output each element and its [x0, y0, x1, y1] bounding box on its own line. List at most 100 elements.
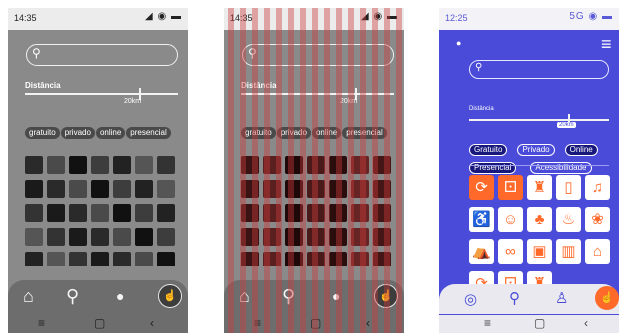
category-tile[interactable] [47, 252, 65, 266]
category-tile[interactable] [285, 156, 303, 174]
user-icon[interactable]: ● [332, 288, 340, 304]
category-tile[interactable] [329, 180, 347, 198]
category-tile[interactable] [91, 156, 109, 174]
chip-privado[interactable]: privado [276, 127, 311, 139]
category-tile[interactable] [263, 252, 281, 266]
category-tile[interactable] [263, 204, 281, 222]
category-tile[interactable] [351, 252, 369, 266]
chip-presencial[interactable]: presencial [126, 127, 171, 139]
chip-privado[interactable]: privado [60, 127, 95, 139]
category-tile[interactable] [241, 156, 259, 174]
building-icon[interactable]: ▥ [556, 239, 581, 264]
category-tile[interactable] [307, 252, 325, 266]
book-icon[interactable]: ▯ [556, 175, 581, 200]
chip-acessibilidade[interactable]: Acessibilidade [530, 162, 592, 174]
category-tile[interactable] [157, 156, 175, 174]
category-tile[interactable] [263, 180, 281, 198]
category-tile[interactable] [91, 252, 109, 266]
category-tile[interactable] [263, 228, 281, 246]
category-tile[interactable] [113, 156, 131, 174]
category-tile[interactable] [373, 180, 391, 198]
tent-icon[interactable]: ⛺ [469, 239, 494, 264]
chip-online[interactable]: online [95, 127, 126, 139]
category-tile[interactable] [329, 252, 347, 266]
category-tile[interactable] [135, 204, 153, 222]
back-icon[interactable]: ‹ [150, 316, 154, 330]
dice-icon[interactable]: ⚀ [498, 175, 523, 200]
category-tile[interactable] [329, 228, 347, 246]
hand-tap-icon[interactable]: ☝ [158, 284, 182, 308]
menu-icon[interactable]: ≡ [254, 316, 261, 330]
category-tile[interactable] [373, 228, 391, 246]
home-icon[interactable]: ⌂ [239, 286, 250, 307]
user-icon[interactable]: ● [116, 288, 124, 304]
menu-icon[interactable]: ≡ [484, 316, 491, 330]
distance-slider[interactable]: 20km [469, 114, 609, 128]
category-tile[interactable] [285, 228, 303, 246]
castle-icon[interactable]: ♜ [527, 175, 552, 200]
category-tile[interactable] [157, 204, 175, 222]
category-tile[interactable] [69, 156, 87, 174]
category-tile[interactable] [157, 180, 175, 198]
category-tile[interactable] [285, 204, 303, 222]
refresh-icon[interactable]: ⟳ [469, 175, 494, 200]
category-tile[interactable] [91, 180, 109, 198]
search-icon[interactable]: ⚲ [66, 286, 79, 307]
menu-icon[interactable]: ≡ [38, 316, 45, 330]
home-square-icon[interactable]: ▢ [310, 316, 321, 330]
category-tile[interactable] [241, 228, 259, 246]
category-tile[interactable] [157, 228, 175, 246]
category-tile[interactable] [113, 228, 131, 246]
category-tile[interactable] [91, 204, 109, 222]
category-tile[interactable] [241, 252, 259, 266]
category-tile[interactable] [351, 156, 369, 174]
chip-presencial[interactable]: Presencial [469, 162, 517, 174]
category-tile[interactable] [307, 180, 325, 198]
mask-icon[interactable]: ∞ [498, 239, 523, 264]
category-tile[interactable] [47, 180, 65, 198]
tree-icon[interactable]: ♣ [527, 207, 552, 232]
category-tile[interactable] [25, 180, 43, 198]
category-tile[interactable] [135, 156, 153, 174]
category-tile[interactable] [47, 156, 65, 174]
category-tile[interactable] [47, 228, 65, 246]
search-input[interactable]: ⚲ [26, 44, 178, 66]
category-tile[interactable] [285, 180, 303, 198]
hand-tap-icon[interactable]: ☝ [595, 286, 619, 310]
back-icon[interactable]: ‹ [366, 316, 370, 330]
category-tile[interactable] [373, 204, 391, 222]
hand-tap-icon[interactable]: ☝ [374, 284, 398, 308]
category-tile[interactable] [135, 252, 153, 266]
category-tile[interactable] [351, 228, 369, 246]
category-tile[interactable] [373, 252, 391, 266]
category-tile[interactable] [25, 252, 43, 266]
distance-slider[interactable]: 20km [241, 88, 394, 105]
search-icon[interactable]: ⚲ [282, 286, 295, 307]
category-tile[interactable] [69, 204, 87, 222]
category-tile[interactable] [307, 228, 325, 246]
category-tile[interactable] [329, 204, 347, 222]
category-tile[interactable] [135, 228, 153, 246]
chip-online[interactable]: online [311, 127, 342, 139]
hamburger-menu-icon[interactable]: ≡ [601, 34, 612, 55]
category-tile[interactable] [285, 252, 303, 266]
search-input[interactable]: ⚲ [469, 60, 609, 79]
category-tile[interactable] [25, 204, 43, 222]
home-square-icon[interactable]: ▢ [534, 316, 545, 330]
compass-icon[interactable]: ◎ [464, 290, 477, 308]
home-icon[interactable]: ⌂ [23, 286, 34, 307]
category-tile[interactable] [113, 252, 131, 266]
paw-icon[interactable]: ❀ [585, 207, 610, 232]
search-input[interactable]: ⚲ [242, 44, 394, 66]
category-tile[interactable] [47, 204, 65, 222]
chip-privado[interactable]: Privado [517, 144, 555, 156]
chip-gratuito[interactable]: gratuito [241, 127, 276, 139]
category-tile[interactable] [263, 156, 281, 174]
home-square-icon[interactable]: ▢ [94, 316, 105, 330]
back-icon[interactable]: ‹ [584, 316, 588, 330]
category-tile[interactable] [373, 156, 391, 174]
category-tile[interactable] [91, 228, 109, 246]
chip-gratuito[interactable]: Gratuito [469, 144, 508, 156]
category-tile[interactable] [69, 180, 87, 198]
category-tile[interactable] [25, 228, 43, 246]
